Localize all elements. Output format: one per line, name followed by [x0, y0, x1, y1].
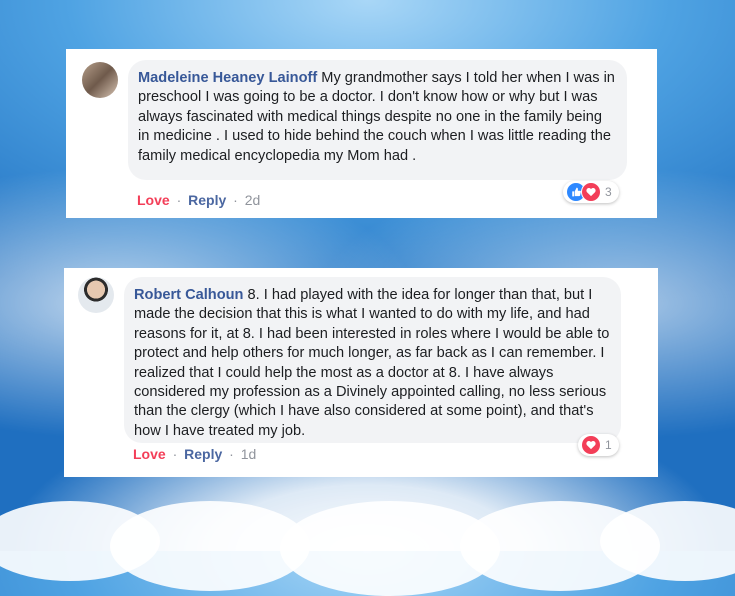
comment-card: Robert Calhoun 8. I had played with the …	[64, 268, 658, 477]
love-icon	[581, 435, 601, 455]
love-button[interactable]: Love	[137, 192, 170, 208]
reactions-badge[interactable]: 3	[563, 181, 619, 203]
comment-author[interactable]: Madeleine Heaney Lainoff	[138, 70, 317, 86]
comment-actions: Love · Reply · 2d	[137, 192, 260, 208]
love-button[interactable]: Love	[133, 446, 166, 462]
avatar[interactable]	[82, 62, 118, 98]
love-icon	[581, 182, 601, 202]
reactions-badge[interactable]: 1	[578, 434, 619, 456]
reaction-count: 1	[605, 438, 612, 452]
avatar[interactable]	[78, 277, 114, 313]
comment-bubble: Robert Calhoun 8. I had played with the …	[124, 277, 621, 443]
comment-bubble: Madeleine Heaney Lainoff My grandmother …	[128, 60, 627, 180]
separator: ·	[172, 446, 178, 462]
reply-button[interactable]: Reply	[184, 446, 222, 462]
reaction-count: 3	[605, 185, 612, 199]
separator: ·	[229, 446, 234, 462]
separator: ·	[176, 192, 182, 208]
comment-time[interactable]: 1d	[241, 446, 257, 462]
comment-text: 8. I had played with the idea for longer…	[134, 287, 610, 439]
reply-button[interactable]: Reply	[188, 192, 226, 208]
separator: ·	[233, 192, 238, 208]
comment-actions: Love · Reply · 1d	[133, 446, 256, 462]
comment-card: Madeleine Heaney Lainoff My grandmother …	[66, 49, 657, 218]
comment-author[interactable]: Robert Calhoun	[134, 287, 243, 303]
comment-time[interactable]: 2d	[245, 192, 261, 208]
